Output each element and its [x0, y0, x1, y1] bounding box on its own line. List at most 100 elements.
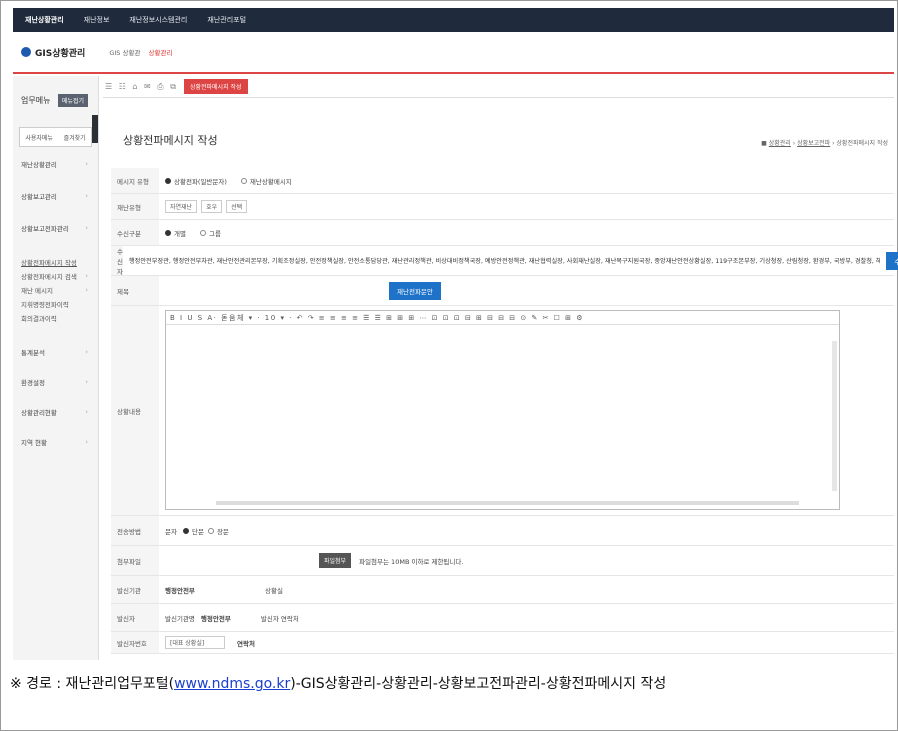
- sender-phone-select[interactable]: [대표 상황실]: [165, 636, 225, 649]
- collapse-menu-button[interactable]: 메뉴접기: [57, 94, 88, 107]
- row-attach: 첨부파일 파일첨부 파일첨부는 10MB 이하로 제한됩니다.: [111, 546, 894, 576]
- top-navigation: 재난상황관리 재난정보 재난정보시스템관리 재난관리포털: [13, 8, 894, 32]
- toolbar: ☰ ☷ ⌂ ✉ ⎙ ⧉ 상황전파메시지 작성: [103, 76, 894, 98]
- radio-group[interactable]: 그룹: [199, 228, 221, 238]
- radio-dot-icon: [165, 229, 171, 236]
- topnav-item[interactable]: 재난관리포털: [207, 15, 246, 25]
- crumb-item[interactable]: 상황관리: [769, 140, 791, 147]
- rich-text-editor[interactable]: B I U S A· 돋움체 ▾ · 10 ▾ · ↶ ↷ ≡ ≡ ≡ ≡ ☰ …: [165, 310, 840, 510]
- radio-msg-general[interactable]: 상황전파(일반문자): [165, 176, 227, 186]
- label-subject: 제목: [111, 276, 159, 305]
- radio-dot-icon: [199, 229, 206, 236]
- sidebar-item[interactable]: 지역 현황 ›: [13, 435, 98, 449]
- sidebar-item[interactable]: 상황관리현황 ›: [13, 405, 98, 419]
- editor-horizontal-scrollbar[interactable]: [216, 501, 799, 505]
- sidebar-item[interactable]: 회의결과이력: [13, 311, 98, 325]
- sidebar-item-label: 상황보고관리: [21, 193, 57, 201]
- select-receivers-button[interactable]: 수신자선택: [886, 251, 898, 270]
- label-send-type: 수신구분: [111, 220, 159, 245]
- chevron-right-icon: ›: [85, 160, 88, 168]
- attach-note: 파일첨부는 10MB 이하로 제한됩니다.: [359, 557, 464, 566]
- tab-user-menu[interactable]: 사용자메뉴: [25, 133, 53, 142]
- sidebar-item-label: 통계분석: [21, 349, 45, 357]
- header-crumb-current[interactable]: 상황관리: [149, 49, 173, 57]
- sidebar-item-label: 상황전파메시지 검색: [21, 273, 77, 281]
- radio-short[interactable]: 단문: [182, 526, 204, 536]
- toolbar-icons[interactable]: ☰ ☷ ⌂ ✉ ⎙ ⧉: [105, 82, 178, 92]
- label-sender-org: 발신기관: [111, 576, 159, 603]
- sidebar-item-label: 재난 메시지: [21, 287, 53, 295]
- sidebar-item-label: 회의결과이력: [21, 315, 57, 323]
- row-sender-phone: 발신자번호 [대표 상황실] 연락처: [111, 632, 894, 654]
- disaster-template-button[interactable]: 재난전파문안: [389, 281, 441, 300]
- tab-favorites[interactable]: 즐겨찾기: [64, 133, 86, 142]
- editor-vertical-scrollbar[interactable]: [832, 341, 837, 491]
- sidebar-tabs: 사용자메뉴 즐겨찾기: [19, 127, 92, 147]
- sidebar-item-label: 지역 현황: [21, 439, 47, 447]
- radio-long[interactable]: 장문: [207, 526, 229, 536]
- sidebar-title: 업무메뉴: [21, 96, 51, 105]
- crumb-current: 상황전파메시지 작성: [836, 140, 888, 147]
- sidebar-item-label: 상황전파메시지 작성: [21, 259, 77, 267]
- sidebar: 업무메뉴 메뉴접기 사용자메뉴 즐겨찾기 재난상황관리 › 상황보고관리 › 상황보…: [13, 76, 99, 660]
- radio-label: 단문: [191, 527, 204, 536]
- row-msg-type: 메시지 유형 상황전파(일반문자) 재난상황메시지: [111, 168, 894, 194]
- attach-file-button[interactable]: 파일첨부: [319, 553, 352, 568]
- sender-name-value: 행정안전부: [200, 614, 231, 623]
- crumb-item[interactable]: 상황보고전파: [797, 140, 830, 147]
- sender-name-suffix: 발신자 연락처: [260, 614, 299, 623]
- tab-active[interactable]: 상황전파메시지 작성: [183, 79, 248, 94]
- chevron-right-icon: ›: [85, 348, 88, 356]
- label-send-method: 전송방법: [111, 516, 159, 545]
- label-receivers: 수신자: [111, 246, 123, 276]
- editor-toolbar[interactable]: B I U S A· 돋움체 ▾ · 10 ▾ · ↶ ↷ ≡ ≡ ≡ ≡ ☰ …: [166, 311, 839, 325]
- chevron-right-icon: ›: [85, 286, 88, 294]
- radio-label: 상황전파(일반문자): [174, 177, 227, 186]
- caption-prefix: ※ 경로 : 재난관리업무포털(: [10, 676, 175, 692]
- sidebar-item[interactable]: 상황보고관리 ›: [13, 189, 98, 203]
- caption-suffix: )-GIS상황관리-상황관리-상황보고전파관리-상황전파메시지 작성: [290, 676, 667, 692]
- chevron-right-icon: ›: [85, 378, 88, 386]
- topnav-item[interactable]: 재난상황관리: [25, 15, 64, 25]
- row-send-type: 수신구분 개별 그룹: [111, 220, 894, 246]
- sidebar-header: 업무메뉴 메뉴접기: [13, 76, 98, 107]
- sidebar-item[interactable]: 지휘명령전파이력: [13, 297, 98, 311]
- row-receivers: 수신자 행정안전부장관, 행정안전부차관, 재난안전관리본부장, 기획조정실장,…: [111, 246, 898, 276]
- page-breadcrumb: ■ 상황관리 › 상황보고전파 › 상황전파메시지 작성: [761, 140, 888, 147]
- radio-dot-icon: [165, 177, 171, 184]
- topnav-item[interactable]: 재난정보시스템관리: [129, 15, 187, 25]
- sender-phone-sub: 연락처: [237, 639, 255, 648]
- main-content: ☰ ☷ ⌂ ✉ ⎙ ⧉ 상황전파메시지 작성 상황전파메시지 작성 ■ 상황관리…: [103, 76, 898, 660]
- sidebar-toggle-handle[interactable]: [92, 115, 98, 143]
- radio-dot-icon: [182, 527, 189, 534]
- sidebar-item-active[interactable]: 상황전파메시지 작성: [13, 255, 98, 269]
- message-form: 메시지 유형 상황전파(일반문자) 재난상황메시지 재난유형 자연재난 호우 선…: [111, 168, 898, 654]
- sidebar-item[interactable]: 환경설정 ›: [13, 375, 98, 389]
- radio-dot-icon: [207, 527, 214, 534]
- header-crumb-item[interactable]: GIS 상황관: [109, 49, 140, 57]
- sidebar-item[interactable]: 상황보고전파관리 ›: [13, 221, 98, 235]
- sidebar-item[interactable]: 통계분석 ›: [13, 345, 98, 359]
- caption-text: ※ 경로 : 재난관리업무포털(www.ndms.go.kr)-GIS상황관리-…: [10, 673, 890, 695]
- row-sender-org: 발신기관 행정안전부 상황실: [111, 576, 894, 604]
- sender-name-prefix: 발신기관명: [165, 614, 195, 623]
- sidebar-item[interactable]: 재난상황관리 ›: [13, 157, 98, 171]
- app-logo[interactable]: GIS상황관리: [21, 46, 85, 59]
- radio-individual[interactable]: 개별: [165, 228, 186, 238]
- label-sender-phone: 발신자번호: [111, 632, 159, 653]
- sidebar-item-label: 상황보고전파관리: [21, 225, 69, 233]
- select-disaster-sub[interactable]: 선택: [226, 200, 248, 213]
- topnav-item[interactable]: 재난정보: [84, 15, 110, 25]
- sidebar-item[interactable]: 재난 메시지 ›: [13, 283, 98, 297]
- radio-msg-disaster[interactable]: 재난상황메시지: [240, 176, 292, 186]
- caption-link[interactable]: www.ndms.go.kr: [174, 676, 290, 692]
- radio-label: 재난상황메시지: [249, 177, 292, 186]
- select-disaster-type[interactable]: 호우: [201, 200, 223, 213]
- sidebar-item-label: 상황관리현황: [21, 409, 57, 417]
- header-breadcrumb: GIS 상황관 상황관리: [109, 47, 172, 57]
- label-attach: 첨부파일: [111, 546, 159, 575]
- logo-icon: [21, 47, 31, 57]
- send-method-prefix: 문자: [165, 527, 177, 536]
- sidebar-item[interactable]: 상황전파메시지 검색 ›: [13, 269, 98, 283]
- select-disaster-category[interactable]: 자연재난: [165, 200, 198, 213]
